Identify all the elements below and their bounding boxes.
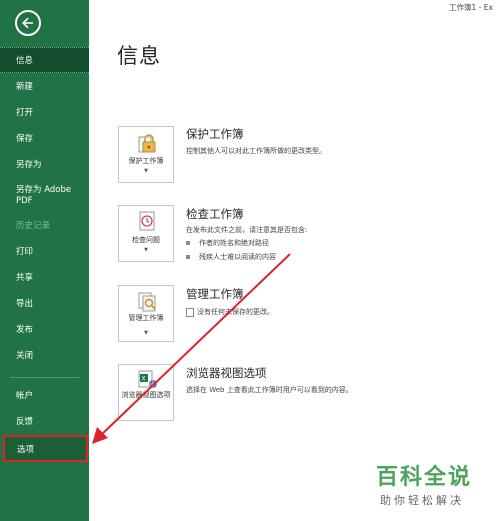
watermark-subtitle: 助你轻松解决 [380, 494, 464, 507]
watermark-title: 百科全说 [376, 465, 473, 490]
annotation-arrow [92, 253, 291, 444]
